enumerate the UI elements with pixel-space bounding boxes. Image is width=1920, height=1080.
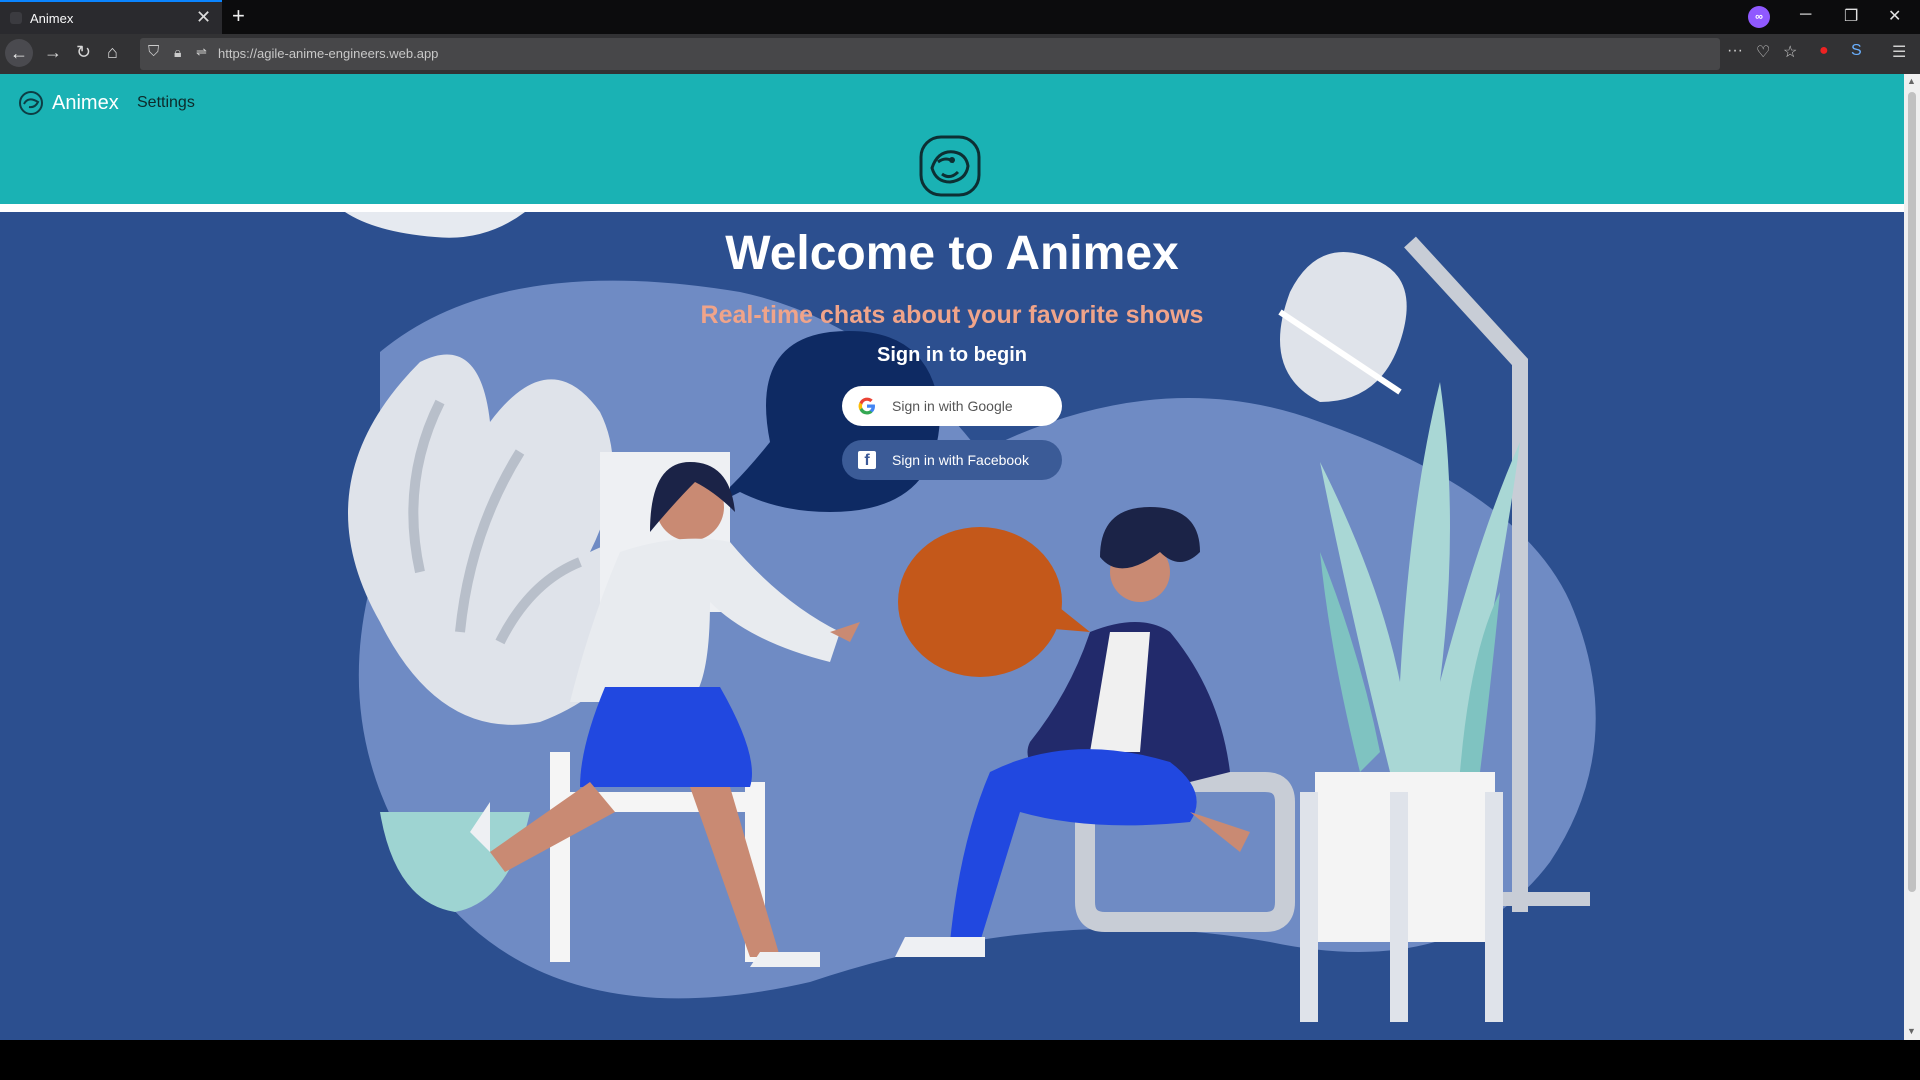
page-actions-icon[interactable]: ··· — [1727, 42, 1743, 60]
browser-tab[interactable]: Animex ✕ — [0, 0, 222, 34]
permissions-icon[interactable]: ⇌ — [196, 44, 207, 60]
extension-s-icon[interactable]: S — [1851, 42, 1862, 60]
google-sign-in-button[interactable]: Sign in with Google — [842, 386, 1062, 426]
page-scrollbar[interactable]: ▲ ▼ — [1904, 74, 1920, 1040]
star-icon[interactable]: ☆ — [1783, 42, 1797, 62]
facebook-icon: f — [858, 451, 876, 469]
tab-favicon-icon — [10, 12, 22, 24]
address-bar[interactable]: ⛉ 🔒︎ ⇌ https://agile-anime-engineers.web… — [140, 38, 1720, 70]
google-icon — [858, 397, 875, 415]
conversation-illustration — [345, 212, 1596, 1022]
welcome-subtitle: Real-time chats about your favorite show… — [700, 301, 1204, 329]
settings-link[interactable]: Settings — [137, 94, 195, 112]
facebook-sign-in-button[interactable]: f Sign in with Facebook — [842, 440, 1062, 480]
tab-close-icon[interactable]: ✕ — [196, 7, 211, 28]
app-emblem-icon — [919, 135, 981, 197]
back-icon[interactable]: ← — [5, 39, 33, 67]
home-icon[interactable]: ⌂ — [107, 42, 118, 63]
brand-link[interactable]: Animex — [52, 92, 119, 115]
header-divider — [0, 204, 1904, 212]
google-sign-in-label: Sign in with Google — [892, 398, 1013, 414]
browser-nav-bar: ← → ↻ ⌂ ⛉ 🔒︎ ⇌ https://agile-anime-engin… — [0, 34, 1920, 74]
browser-tab-bar: Animex ✕ + ∞ ─ ❐ ✕ — [0, 0, 1920, 34]
scrollbar-thumb[interactable] — [1908, 92, 1916, 892]
app-header: Animex Settings — [0, 74, 1904, 204]
extension-red-icon[interactable]: ● — [1819, 42, 1829, 60]
extension-mask-icon[interactable]: ∞ — [1748, 6, 1770, 28]
scroll-down-icon[interactable]: ▼ — [1907, 1026, 1916, 1036]
restore-button[interactable]: ❐ — [1844, 6, 1858, 26]
shield-icon[interactable]: ⛉ — [148, 43, 159, 60]
url-text[interactable]: https://agile-anime-engineers.web.app — [218, 46, 438, 61]
sign-in-prompt: Sign in to begin — [877, 344, 1027, 366]
menu-icon[interactable]: ☰ — [1892, 42, 1906, 62]
minimize-button[interactable]: ─ — [1800, 6, 1811, 24]
facebook-sign-in-label: Sign in with Facebook — [892, 452, 1029, 468]
lock-icon[interactable]: 🔒︎ — [174, 44, 181, 61]
bottom-black-bar — [0, 1040, 1920, 1080]
forward-icon[interactable]: → — [44, 42, 62, 63]
scroll-up-icon[interactable]: ▲ — [1907, 76, 1916, 86]
page-viewport: Animex Settings Welcome to Animex Real-t… — [0, 74, 1904, 1040]
new-tab-button[interactable]: + — [232, 3, 245, 29]
app-logo-icon[interactable] — [18, 90, 44, 116]
window-close-button[interactable]: ✕ — [1888, 6, 1901, 26]
tab-title: Animex — [30, 11, 74, 26]
reload-icon[interactable]: ↻ — [76, 42, 91, 63]
pocket-icon[interactable]: ♡ — [1756, 42, 1770, 62]
welcome-title: Welcome to Animex — [725, 227, 1179, 280]
